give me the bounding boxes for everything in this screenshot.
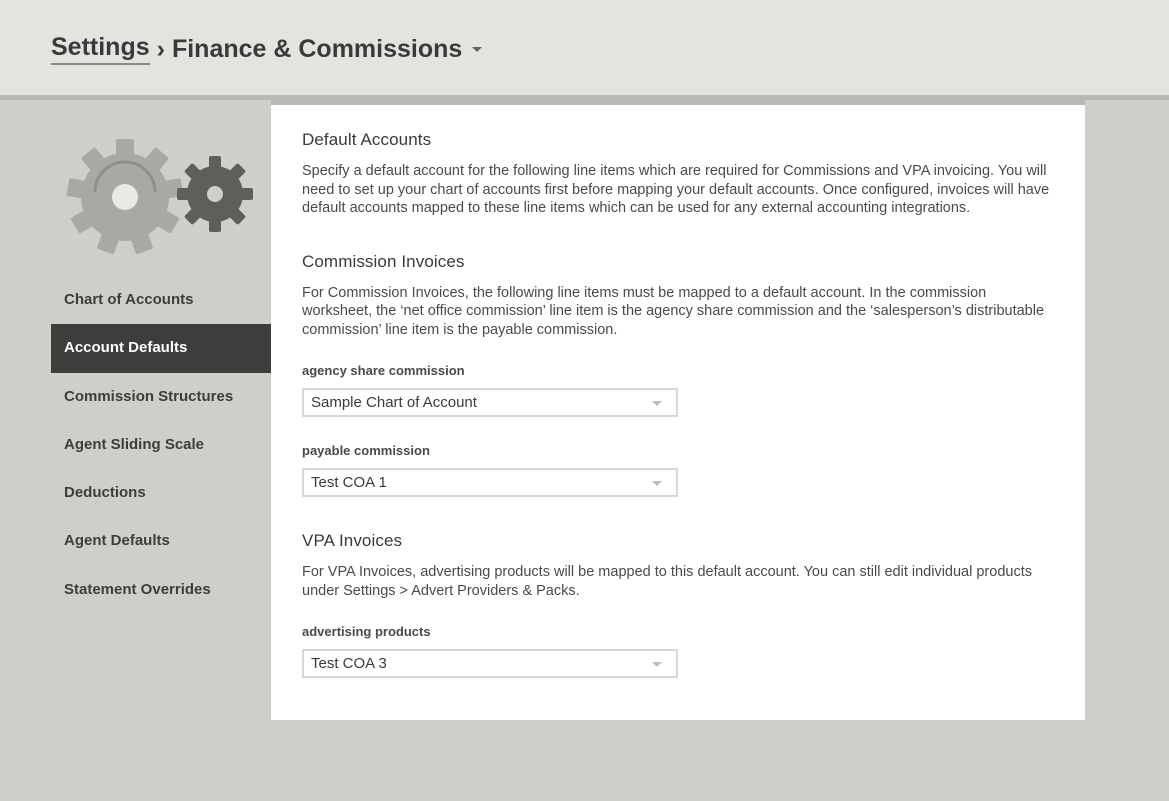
sidebar-item-deductions[interactable]: Deductions [51, 469, 271, 517]
chevron-down-icon [652, 401, 662, 406]
agency-share-label: agency share commission [302, 363, 465, 378]
section-title-commission-invoices: Commission Invoices [302, 251, 465, 271]
breadcrumb-settings-link[interactable]: Settings [51, 33, 150, 65]
sidebar-item-agent-defaults[interactable]: Agent Defaults [51, 517, 271, 565]
agency-share-select[interactable]: Sample Chart of Account [302, 388, 678, 417]
payable-commission-select[interactable]: Test COA 1 [302, 468, 678, 497]
sidebar-item-account-defaults[interactable]: Account Defaults [51, 324, 271, 373]
vpa-invoices-description: For VPA Invoices, advertising products w… [302, 564, 1032, 599]
breadcrumb: Settings › Finance & Commissions [51, 33, 483, 65]
sidebar-item-commission-structures[interactable]: Commission Structures [51, 373, 271, 421]
section-title-default-accounts: Default Accounts [302, 130, 432, 149]
agency-share-field: agency share commission Sample Chart of … [302, 363, 1052, 417]
payable-commission-label: payable commission [302, 443, 430, 458]
default-accounts-description: Specify a default account for the follow… [302, 163, 1050, 216]
commission-invoices-description: For Commission Invoices, the following l… [302, 284, 1045, 338]
top-bar: Settings › Finance & Commissions [0, 0, 1169, 100]
payable-commission-field: payable commission Test COA 1 [302, 443, 1052, 497]
breadcrumb-separator: › [156, 34, 165, 63]
gears-icon [66, 139, 253, 255]
commission-invoices-section: Commission Invoices For Commission Invoi… [302, 251, 1052, 497]
payable-commission-value: Test COA 1 [311, 474, 387, 491]
breadcrumb-current: Finance & Commissions [171, 34, 463, 63]
advertising-products-field: advertising products Test COA 3 [302, 624, 1052, 678]
content: Default Accounts Specify a default accou… [302, 130, 1052, 678]
sidebar-item-agent-sliding-scale[interactable]: Agent Sliding Scale [51, 421, 271, 469]
vpa-invoices-section: VPA Invoices For VPA Invoices, advertisi… [302, 531, 1052, 678]
advertising-products-select[interactable]: Test COA 3 [302, 649, 678, 678]
chevron-down-icon [652, 662, 662, 667]
default-accounts-section: Default Accounts Specify a default accou… [302, 130, 1052, 218]
advertising-products-value: Test COA 3 [311, 655, 387, 672]
chevron-down-icon[interactable] [472, 46, 483, 52]
settings-nav: Chart of Accounts Account Defaults Commi… [51, 276, 271, 614]
content-panel: Default Accounts Specify a default accou… [271, 100, 1085, 720]
advertising-products-label: advertising products [302, 624, 431, 639]
agency-share-value: Sample Chart of Account [311, 394, 477, 411]
sidebar-item-statement-overrides[interactable]: Statement Overrides [51, 566, 271, 614]
chevron-down-icon [652, 481, 662, 486]
sidebar-item-chart-of-accounts[interactable]: Chart of Accounts [51, 276, 271, 324]
section-title-vpa-invoices: VPA Invoices [302, 531, 403, 550]
